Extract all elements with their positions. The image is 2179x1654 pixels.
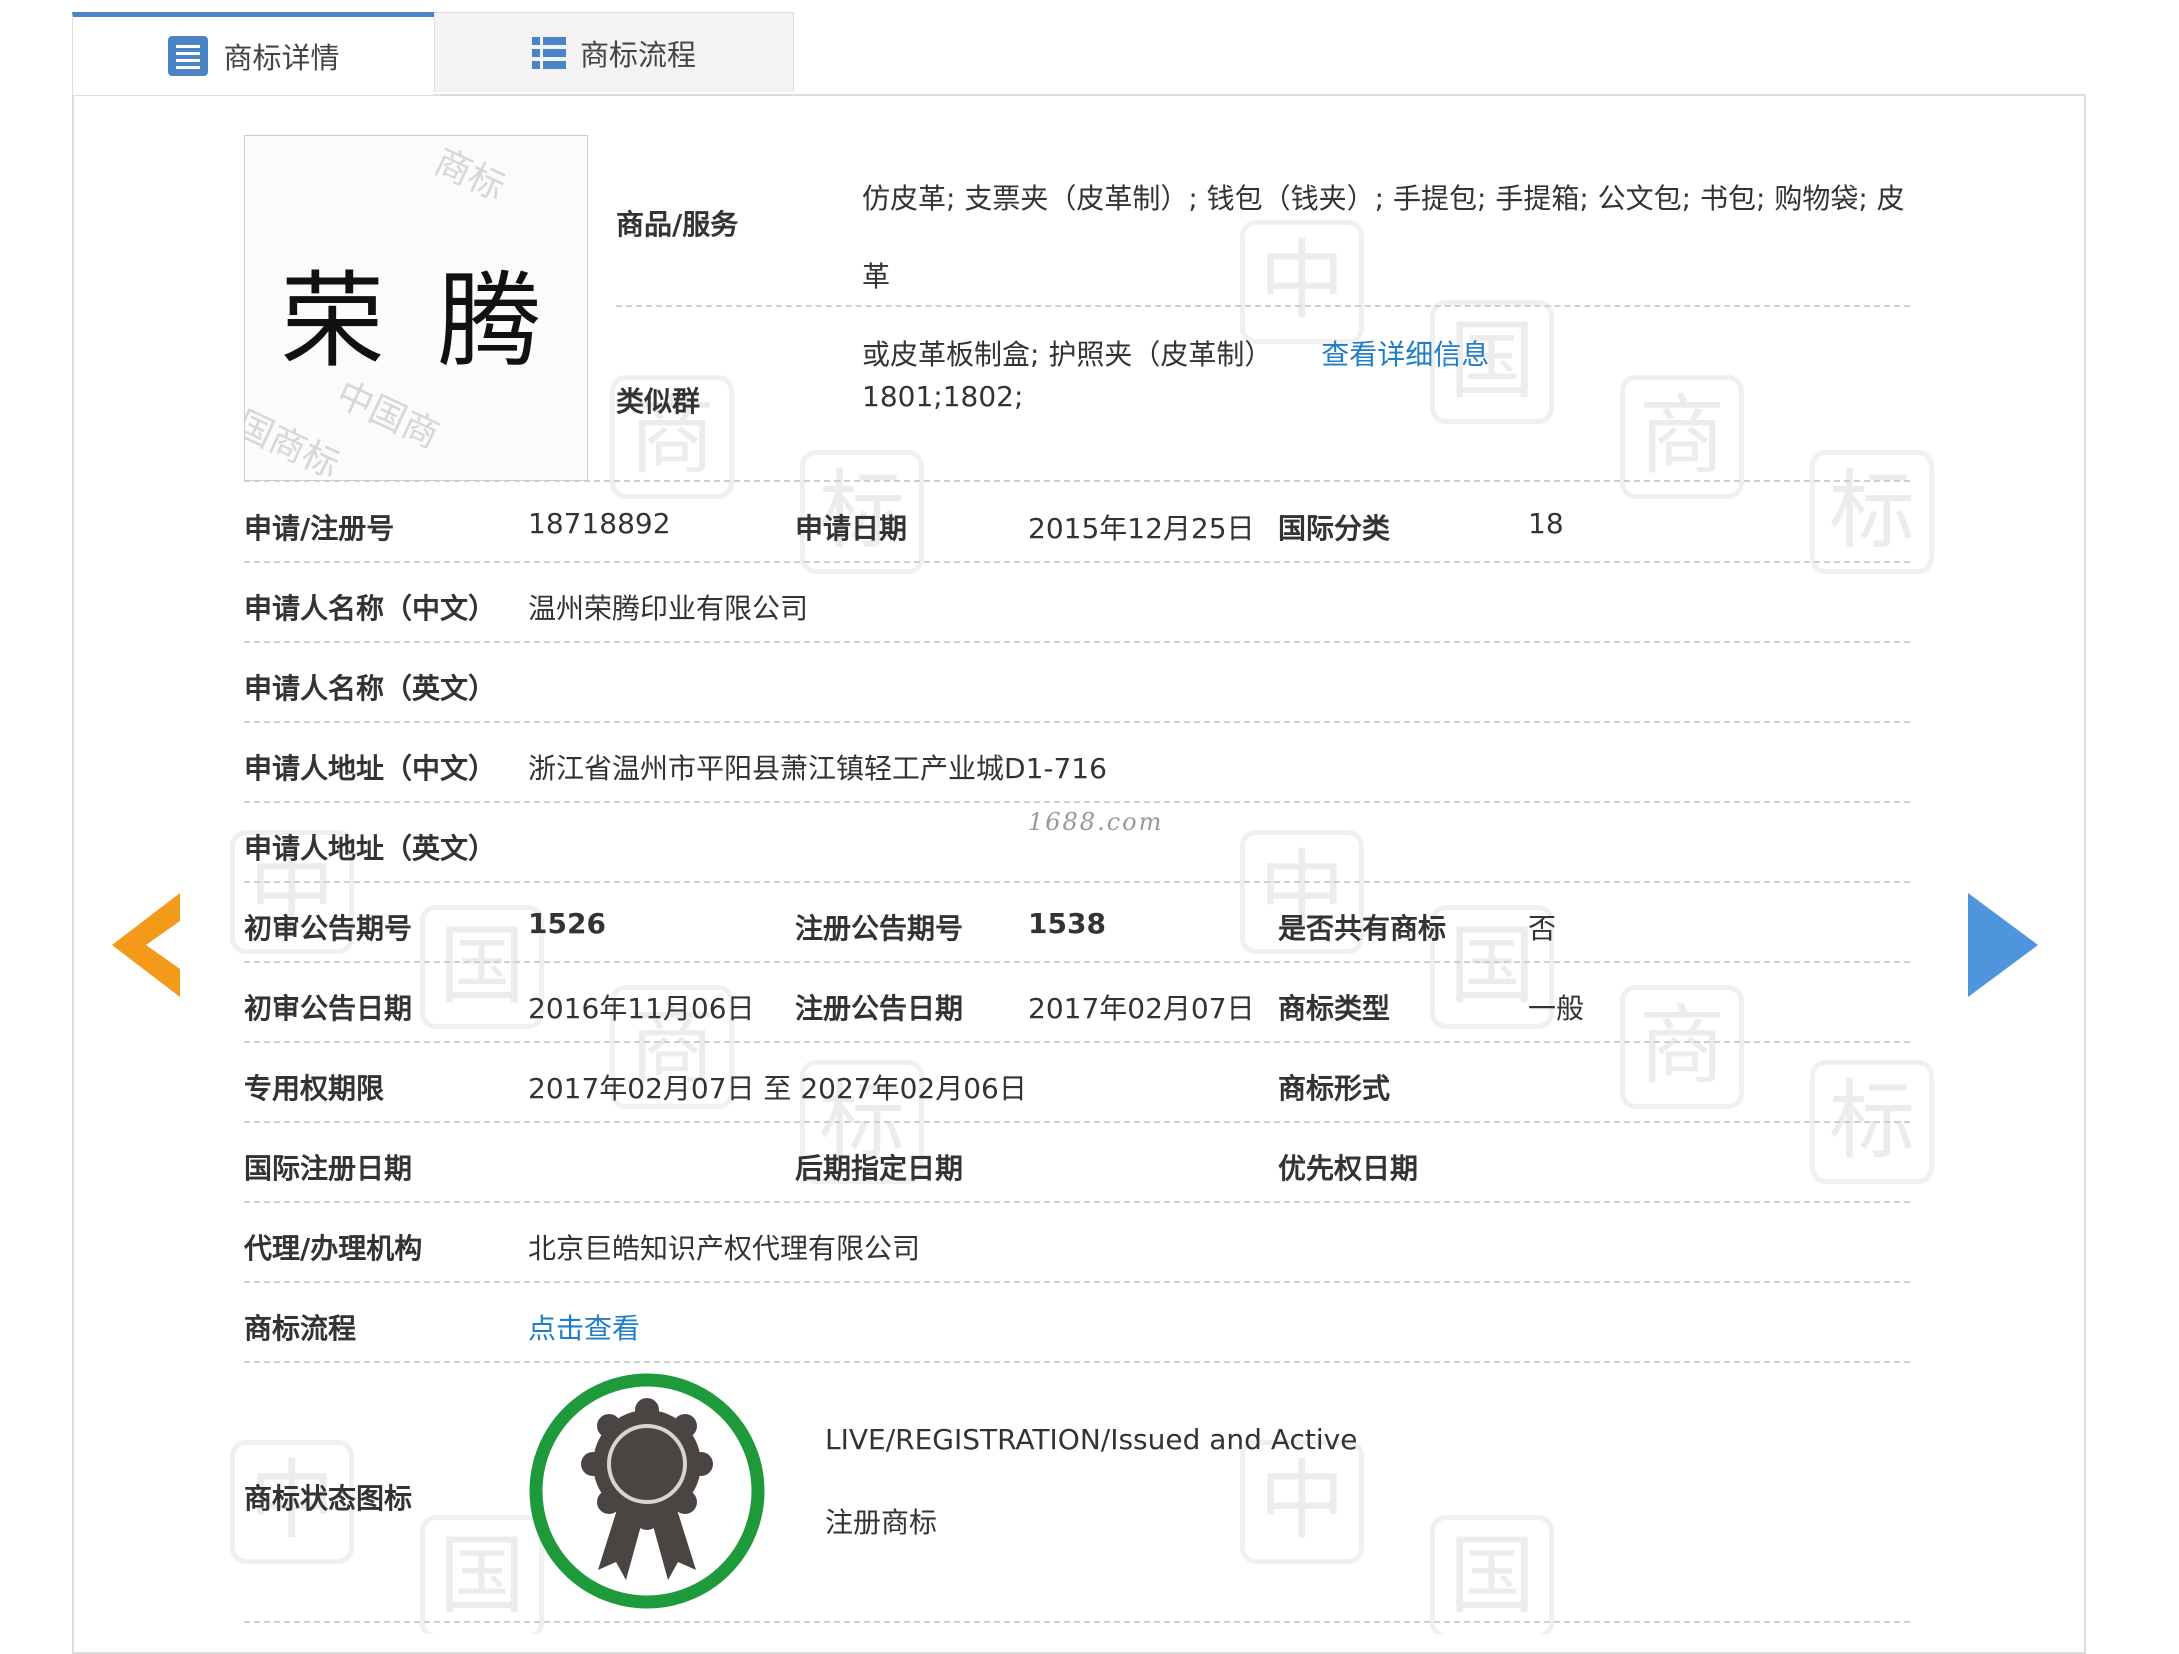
apply-date-value: 2015年12月25日 [1028,512,1255,545]
divider [244,881,1910,883]
goods-label: 商品/服务 [616,208,739,241]
divider [244,1361,1910,1363]
applicant-cn-value: 温州荣腾印业有限公司 [528,592,809,625]
divider [244,641,1910,643]
prelim-no-label: 初审公告期号 [244,912,413,945]
registered-badge-icon [528,1372,766,1610]
prelim-date-label: 初审公告日期 [244,992,413,1025]
shared-value: 否 [1528,912,1557,945]
trademark-image: 商标 中国商 国商标 荣 腾 [244,135,588,481]
priority-label: 优先权日期 [1278,1152,1419,1185]
later-date-label: 后期指定日期 [795,1152,964,1185]
tab-label: 商标流程 [579,37,696,72]
divider [244,1281,1910,1283]
address-en-label: 申请人地址（英文） [244,832,497,865]
goods-line-text: 或皮革板制盒; 护照夹（皮革制） [862,338,1273,371]
reg-no-value: 18718892 [528,507,671,540]
view-details-link[interactable]: 查看详细信息 [1321,338,1489,371]
applicant-cn-label: 申请人名称（中文） [244,592,497,625]
flow-label: 商标流程 [244,1312,357,1345]
divider [244,1621,1910,1623]
type-label: 商标类型 [1278,992,1391,1025]
site-watermark: 1688.com [1028,808,1164,836]
list-grid-icon [531,36,566,70]
divider [244,961,1910,963]
similar-group-value: 1801;1802; [862,380,1024,413]
status-text-en: LIVE/REGISTRATION/Issued and Active [825,1423,1358,1456]
tab-bar: 商标详情 商标流程 [72,12,794,95]
tab-trademark-flow[interactable]: 商标流程 [434,12,794,92]
view-flow-link[interactable]: 点击查看 [528,1307,640,1347]
tab-label: 商标详情 [223,41,340,75]
divider [244,561,1910,563]
prelim-no-value: 1526 [528,907,606,940]
list-doc-icon [167,35,209,77]
status-icon-label: 商标状态图标 [244,1482,413,1515]
reg-no-label: 申请/注册号 [244,512,395,545]
address-cn-label: 申请人地址（中文） [244,752,497,785]
term-value: 2017年02月07日 至 2027年02月06日 [528,1072,1027,1105]
next-arrow-icon[interactable] [1968,893,2038,997]
reg-pub-no-value: 1538 [1028,907,1106,940]
thumb-stamp: 商标 [428,141,511,209]
goods-text: 仿皮革; 支票夹（皮革制）; 钱包（钱夹）; 手提包; 手提箱; 公文包; 书包… [862,160,1922,394]
apply-date-label: 申请日期 [795,512,908,545]
shared-label: 是否共有商标 [1278,912,1447,945]
previous-arrow-icon[interactable] [112,893,182,997]
divider [244,1121,1910,1123]
divider [244,1201,1910,1203]
type-value: 一般 [1528,992,1585,1025]
divider [244,801,1910,803]
form-label: 商标形式 [1278,1072,1391,1105]
divider [244,721,1910,723]
prelim-date-value: 2016年11月06日 [528,992,755,1025]
similar-group-label: 类似群 [616,385,701,418]
status-text-cn: 注册商标 [825,1506,938,1539]
reg-pub-date-label: 注册公告日期 [795,992,964,1025]
applicant-en-label: 申请人名称（英文） [244,672,497,705]
reg-pub-no-label: 注册公告期号 [795,912,964,945]
trademark-text: 荣 腾 [280,260,552,382]
agency-label: 代理/办理机构 [244,1232,423,1265]
address-cn-value: 浙江省温州市平阳县萧江镇轻工产业城D1-716 [528,752,1107,785]
divider [244,1041,1910,1043]
divider [616,305,1910,307]
tab-trademark-details[interactable]: 商标详情 [72,12,434,95]
goods-line: 仿皮革; 支票夹（皮革制）; 钱包（钱夹）; 手提包; 手提箱; 公文包; 书包… [862,182,1905,293]
term-label: 专用权期限 [244,1072,385,1105]
agency-value: 北京巨皓知识产权代理有限公司 [528,1232,921,1265]
reg-pub-date-value: 2017年02月07日 [1028,992,1255,1025]
intl-class-value: 18 [1528,507,1564,540]
intl-reg-date-label: 国际注册日期 [244,1152,413,1185]
intl-class-label: 国际分类 [1278,512,1391,545]
divider [244,480,1910,482]
